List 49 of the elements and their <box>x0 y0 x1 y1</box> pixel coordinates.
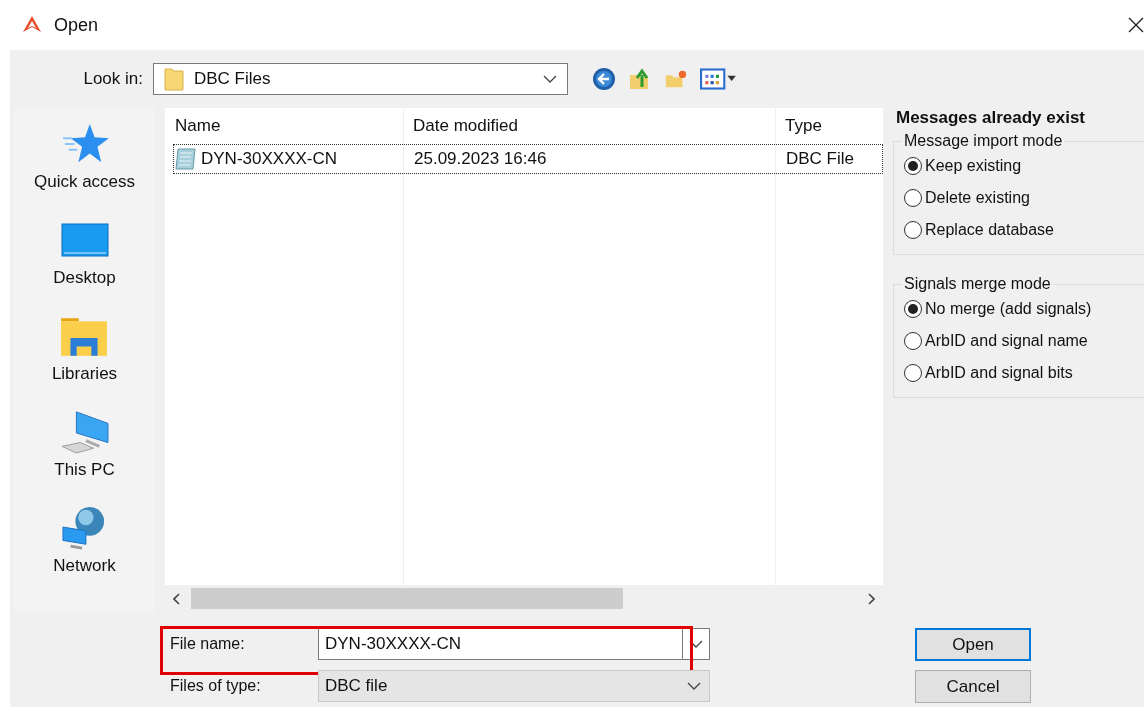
radio-label[interactable]: Delete existing <box>925 189 1030 207</box>
file-type-dropdown[interactable]: DBC file <box>318 670 710 702</box>
folder-icon <box>164 67 184 91</box>
column-header[interactable]: Date modified <box>403 116 775 136</box>
file-type: DBC File <box>785 149 855 169</box>
file-name: DYN-30XXXX-CN <box>201 149 338 169</box>
file-name-dropdown[interactable] <box>683 628 710 660</box>
column-header[interactable]: Name <box>165 116 403 136</box>
radio-button[interactable] <box>904 221 922 239</box>
file-type-label: Files of type: <box>169 677 262 695</box>
group-title: Signals merge mode <box>903 275 1052 293</box>
radio-button[interactable] <box>904 332 922 350</box>
close-icon[interactable] <box>1128 17 1144 33</box>
column-header[interactable]: Type <box>775 116 883 136</box>
radio-label[interactable]: ArbID and signal bits <box>925 364 1073 382</box>
file-name-field[interactable]: DYN-30XXXX-CN <box>318 628 683 660</box>
radio-button[interactable] <box>904 157 922 175</box>
place-label[interactable]: This PC <box>54 460 115 480</box>
radio-label[interactable]: Replace database <box>925 221 1054 239</box>
look-in-label: Look in: <box>82 69 144 89</box>
place-label[interactable]: Libraries <box>51 364 118 384</box>
look-in-dropdown[interactable]: DBC Files <box>153 63 568 95</box>
file-icon <box>174 147 198 171</box>
radio-label[interactable]: No merge (add signals) <box>925 300 1092 318</box>
back-icon[interactable] <box>592 67 616 91</box>
chevron-down-icon <box>687 682 701 690</box>
place-label[interactable]: Desktop <box>53 268 116 288</box>
file-date: 25.09.2023 16:46 <box>413 149 548 169</box>
radio-button[interactable] <box>904 189 922 207</box>
radio-label[interactable]: Keep existing <box>925 157 1022 175</box>
window-title: Open <box>54 14 99 36</box>
file-name-label: File name: <box>169 635 246 653</box>
radio-button[interactable] <box>904 364 922 382</box>
options-heading: Messages already exist <box>896 108 1086 128</box>
computer-icon[interactable] <box>60 410 109 454</box>
scroll-right-icon[interactable] <box>867 592 875 605</box>
file-row[interactable]: DYN-30XXXX-CN 25.09.2023 16:46 DBC File <box>173 144 883 174</box>
scroll-left-icon[interactable] <box>173 592 181 605</box>
dialog-button[interactable]: Cancel <box>915 670 1031 703</box>
place-label[interactable]: Quick access <box>33 172 136 192</box>
place-label[interactable]: Network <box>53 556 116 576</box>
dialog-button[interactable]: Open <box>915 628 1031 661</box>
app-logo-icon <box>22 15 42 33</box>
group-title: Message import mode <box>903 132 1064 150</box>
radio-button[interactable] <box>904 300 922 318</box>
scrollbar-thumb[interactable] <box>191 588 623 609</box>
chevron-down-icon <box>543 75 557 83</box>
radio-label[interactable]: ArbID and signal name <box>925 332 1088 350</box>
view-menu-icon[interactable] <box>700 67 738 91</box>
